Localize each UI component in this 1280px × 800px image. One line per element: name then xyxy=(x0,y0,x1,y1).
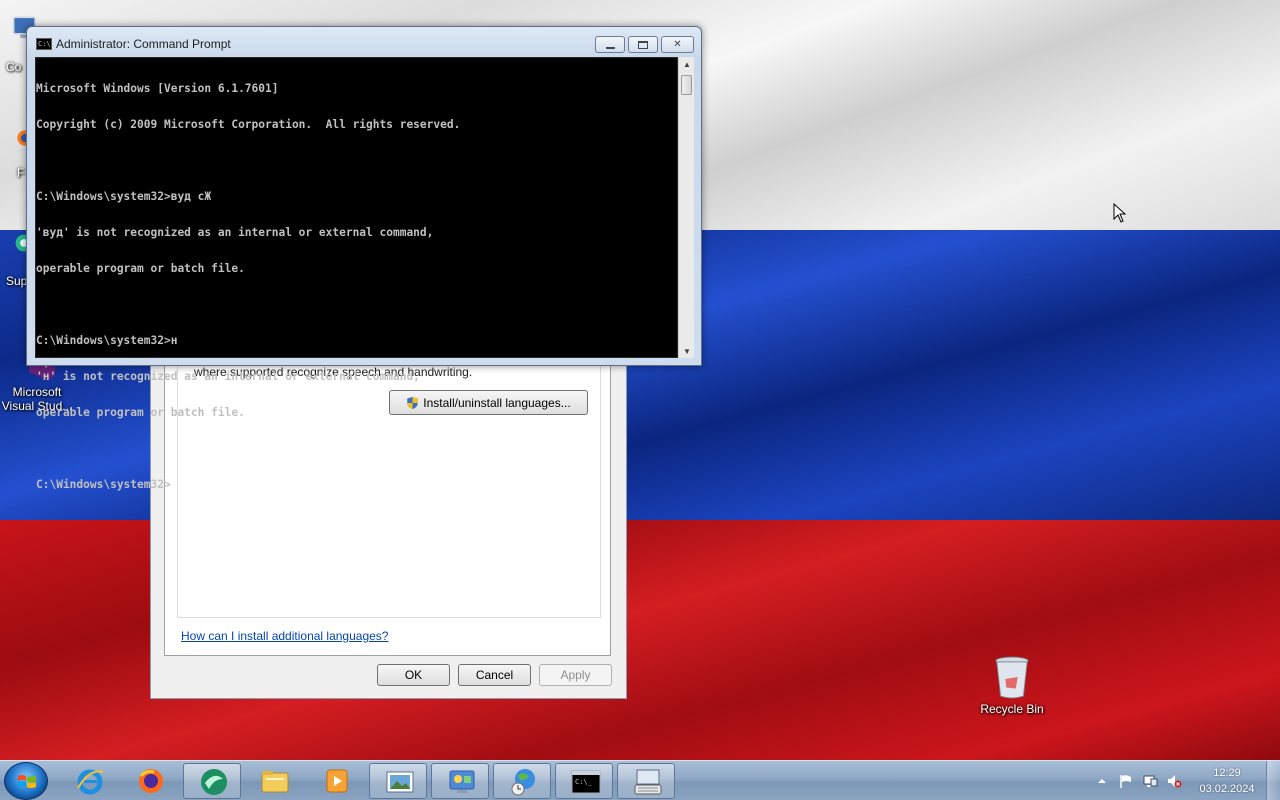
taskbar-app-green[interactable] xyxy=(183,763,241,799)
console-line: 'н' is not recognized as an internal or … xyxy=(36,370,420,383)
desktop-icon-label: F xyxy=(17,166,25,180)
console-text: Microsoft Windows [Version 6.1.7601] Cop… xyxy=(36,58,460,515)
globe-clock-icon xyxy=(511,769,535,796)
taskbar-command-prompt[interactable]: C:\_ xyxy=(555,763,613,799)
mouse-cursor-icon xyxy=(1113,203,1127,223)
taskbar: C:\_ 12:29 03.02.2024 xyxy=(0,760,1280,800)
network-icon[interactable] xyxy=(1142,773,1158,789)
vertical-scrollbar[interactable]: ▲ ▼ xyxy=(678,57,694,358)
console-line: 'вуд' is not recognized as an internal o… xyxy=(36,226,434,239)
console-line: Copyright (c) 2009 Microsoft Corporation… xyxy=(36,118,461,131)
control-panel-icon xyxy=(449,770,475,793)
console-output[interactable]: Microsoft Windows [Version 6.1.7601] Cop… xyxy=(35,57,678,491)
taskbar-clock[interactable]: 12:29 03.02.2024 xyxy=(1193,765,1261,797)
folder-icon xyxy=(261,771,289,793)
minimize-icon xyxy=(605,46,615,49)
media-player-icon xyxy=(326,769,348,793)
command-prompt-icon: C:\ xyxy=(36,38,52,50)
clock-time: 12:29 xyxy=(1213,767,1241,779)
scroll-down-arrow-icon[interactable]: ▼ xyxy=(679,344,695,358)
show-desktop-button[interactable] xyxy=(1266,761,1280,800)
keyboard-icon xyxy=(634,769,662,795)
taskbar-firefox[interactable] xyxy=(121,763,179,799)
windows-logo-icon xyxy=(18,775,36,788)
taskbar-media-player[interactable] xyxy=(307,763,365,799)
recycle-bin-label: Recycle Bin xyxy=(980,702,1044,716)
show-hidden-icons-chevron-icon[interactable] xyxy=(1094,773,1110,789)
console-line: operable program or batch file. xyxy=(36,262,245,275)
apply-button[interactable]: Apply xyxy=(539,664,612,686)
internet-explorer-icon xyxy=(77,769,104,795)
clock-date: 03.02.2024 xyxy=(1199,783,1255,795)
maximize-icon xyxy=(638,40,648,49)
command-prompt-window[interactable]: C:\ Administrator: Command Prompt ✕ Micr… xyxy=(26,26,702,491)
recycle-bin-icon xyxy=(995,656,1029,699)
console-line: C:\Windows\system32>вуд сЖ xyxy=(36,190,212,203)
taskbar-picture-viewer[interactable] xyxy=(369,763,427,799)
scroll-up-arrow-icon[interactable]: ▲ xyxy=(679,57,695,71)
cancel-button[interactable]: Cancel xyxy=(458,664,531,686)
taskbar-internet-explorer[interactable] xyxy=(60,763,118,799)
taskbar-keyboard-settings[interactable] xyxy=(617,763,675,799)
install-languages-help-link[interactable]: How can I install additional languages? xyxy=(181,629,388,643)
desktop-icon-label: Co xyxy=(6,60,22,74)
desktop-icon-label: Sup xyxy=(6,274,28,288)
picture-viewer-icon xyxy=(386,771,414,793)
action-center-flag-icon[interactable] xyxy=(1118,773,1134,789)
start-button[interactable] xyxy=(4,762,48,800)
firefox-icon xyxy=(139,769,163,793)
ok-button[interactable]: OK xyxy=(377,664,450,686)
console-line: Microsoft Windows [Version 6.1.7601] xyxy=(36,82,279,95)
svg-text:C:\_: C:\_ xyxy=(575,778,593,786)
taskbar-control-panel[interactable] xyxy=(431,763,489,799)
minimize-button[interactable] xyxy=(595,36,625,53)
maximize-button[interactable] xyxy=(628,36,658,53)
console-prompt-line: C:\Windows\system32> xyxy=(36,478,171,491)
window-title: Administrator: Command Prompt xyxy=(56,37,231,51)
console-line: C:\Windows\system32>н xyxy=(36,334,178,347)
close-button[interactable]: ✕ xyxy=(661,36,694,53)
taskbar-file-explorer[interactable] xyxy=(245,763,303,799)
desktop-icon-recycle-bin[interactable]: Recycle Bin xyxy=(978,655,1046,716)
command-prompt-icon: C:\_ xyxy=(571,770,601,794)
scrollbar-thumb[interactable] xyxy=(681,75,692,95)
taskbar-network-clock[interactable] xyxy=(493,763,551,799)
console-line: operable program or batch file. xyxy=(36,406,245,419)
close-icon: ✕ xyxy=(673,39,682,50)
volume-muted-icon[interactable] xyxy=(1166,773,1182,789)
app-green-icon xyxy=(201,769,227,795)
